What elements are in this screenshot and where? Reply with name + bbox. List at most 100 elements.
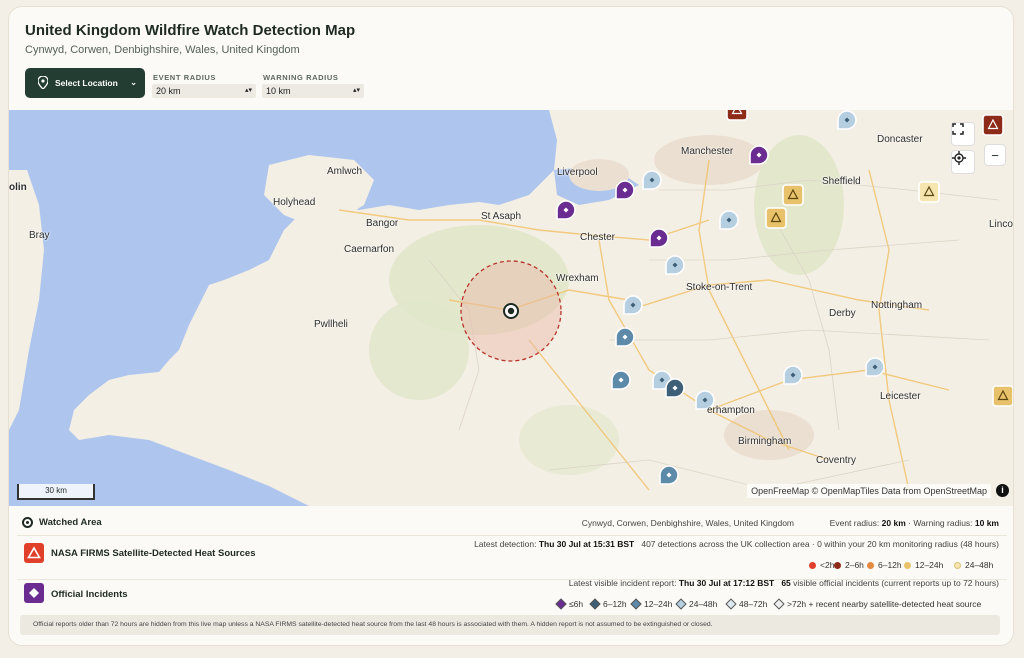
heat-source-marker[interactable] — [917, 180, 941, 204]
watched-area-label: Watched Area — [39, 517, 102, 528]
city-label: Wrexham — [556, 273, 599, 284]
age-label: <2h — [820, 560, 835, 570]
incident-age-item: >72h + recent nearby satellite-detected … — [773, 598, 981, 610]
incidents-latest: Latest visible incident report: Thu 30 J… — [569, 578, 999, 588]
age-label: 24–48h — [965, 560, 994, 570]
location-pin-icon — [38, 76, 48, 89]
divider — [17, 535, 1007, 536]
incident-age-item: 6–12h — [589, 598, 627, 610]
incident-marker[interactable] — [663, 376, 687, 400]
incident-marker[interactable] — [640, 168, 664, 192]
warning-radius-label: WARNING RADIUS — [263, 73, 339, 82]
incident-marker[interactable] — [835, 110, 859, 132]
incident-marker[interactable] — [554, 198, 578, 222]
crosshair-icon — [952, 151, 966, 165]
event-radius-label: EVENT RADIUS — [153, 73, 217, 82]
age-color-diamond — [589, 598, 601, 610]
warning-triangle-icon — [27, 546, 41, 559]
map-card: United Kingdom Wildfire Watch Detection … — [8, 6, 1014, 646]
incident-marker[interactable] — [613, 325, 637, 349]
age-label: 2–6h — [845, 560, 864, 570]
heat-source-badge — [24, 543, 44, 563]
city-label: Nottingham — [871, 300, 923, 311]
age-color-diamond — [725, 598, 737, 610]
firms-latest: Latest detection: Thu 30 Jul at 15:31 BS… — [474, 539, 999, 549]
city-label: Birmingham — [738, 436, 792, 447]
age-label: 12–24h — [915, 560, 944, 570]
city-label: Sheffield — [822, 176, 861, 187]
heat-source-marker[interactable] — [781, 183, 805, 207]
attribution-data[interactable]: Data from OpenStreetMap — [881, 486, 987, 496]
event-radius-value: 20 km — [881, 518, 906, 528]
incident-marker[interactable] — [863, 355, 887, 379]
heat-source-marker[interactable] — [764, 206, 788, 230]
city-label: Holyhead — [273, 197, 316, 208]
incidents-latest-time: Thu 30 Jul at 17:12 BST — [678, 578, 775, 588]
age-color-dot — [867, 561, 874, 569]
city-label: Pwllheli — [314, 319, 348, 330]
page-title: United Kingdom Wildfire Watch Detection … — [25, 22, 356, 39]
age-label: 48–72h — [739, 599, 768, 609]
map-scale: 30 km — [17, 484, 95, 500]
city-label: Liverpool — [557, 167, 598, 178]
select-location-button[interactable]: Select Location ⌄ — [25, 68, 145, 98]
geolocate-button[interactable] — [951, 150, 975, 174]
city-label: olin — [9, 182, 27, 193]
incident-age-item: ≤6h — [555, 598, 584, 610]
city-label: Lincol — [989, 219, 1014, 230]
page-subtitle: Cynwyd, Corwen, Denbighshire, Wales, Uni… — [25, 44, 300, 56]
zoom-out-icon: − — [991, 147, 999, 163]
incidents-latest-prefix: Latest visible incident report: — [568, 578, 679, 588]
fullscreen-button[interactable] — [951, 122, 975, 146]
watched-area-icon — [22, 517, 33, 528]
footnote: Official reports older than 72 hours are… — [20, 615, 1000, 635]
heat-source-marker[interactable] — [725, 110, 749, 122]
incidents-count: 65 — [781, 578, 791, 588]
incident-marker[interactable] — [657, 463, 681, 487]
city-label: Coventry — [816, 455, 857, 466]
city-label: Manchester — [681, 146, 734, 157]
info-icon[interactable]: i — [996, 484, 1009, 497]
heat-source-marker[interactable] — [991, 384, 1014, 408]
select-arrows-icon: ▴▾ — [352, 87, 360, 94]
incident-marker[interactable] — [621, 293, 645, 317]
age-color-diamond — [773, 598, 785, 610]
event-radius-prefix: Event radius: — [829, 518, 882, 528]
age-color-dot — [809, 561, 816, 569]
age-color-dot — [904, 561, 911, 569]
heat-source-marker[interactable] — [981, 113, 1005, 137]
chevron-down-icon: ⌄ — [130, 78, 137, 87]
incident-marker[interactable] — [663, 253, 687, 277]
incident-marker[interactable] — [647, 226, 671, 250]
firms-latest-prefix: Latest detection: — [474, 539, 539, 549]
watched-radius-summary: Event radius: 20 km · Warning radius: 10… — [830, 518, 999, 528]
warning-radius-select[interactable]: 10 km ▴▾ — [262, 84, 364, 98]
map-canvas[interactable]: Amlwch Holyhead Bangor Caernarfon Pwllhe… — [9, 110, 1014, 506]
incident-age-item: 48–72h — [725, 598, 768, 610]
incident-marker[interactable] — [717, 208, 741, 232]
incident-marker[interactable] — [747, 143, 771, 167]
fullscreen-icon — [952, 123, 964, 135]
age-label: ≤6h — [569, 599, 584, 609]
event-radius-value: 20 km — [156, 86, 181, 96]
incident-badge — [24, 583, 44, 603]
incident-marker[interactable] — [781, 363, 805, 387]
warning-radius-prefix: · Warning radius: — [905, 518, 975, 528]
attribution-osm[interactable]: OpenFreeMap © OpenMapTiles — [751, 486, 879, 496]
diamond-icon — [29, 588, 39, 598]
watched-location: Cynwyd, Corwen, Denbighshire, Wales, Uni… — [581, 518, 794, 528]
select-arrows-icon: ▴▾ — [244, 87, 252, 94]
incident-marker[interactable] — [609, 368, 633, 392]
age-label: 6–12h — [878, 560, 902, 570]
heat-source-label: NASA FIRMS Satellite-Detected Heat Sourc… — [51, 548, 256, 559]
event-radius-select[interactable]: 20 km ▴▾ — [152, 84, 256, 98]
city-label: Stoke-on-Trent — [686, 282, 753, 293]
city-label: Amlwch — [327, 166, 363, 177]
firms-age-item: 2–6h — [834, 560, 864, 570]
city-label: Bray — [29, 230, 50, 241]
incident-marker[interactable] — [613, 178, 637, 202]
firms-summary: 407 detections across the UK collection … — [641, 539, 999, 549]
age-label: 6–12h — [603, 599, 627, 609]
zoom-out-button[interactable]: − — [984, 144, 1006, 166]
city-label: St Asaph — [481, 211, 522, 222]
